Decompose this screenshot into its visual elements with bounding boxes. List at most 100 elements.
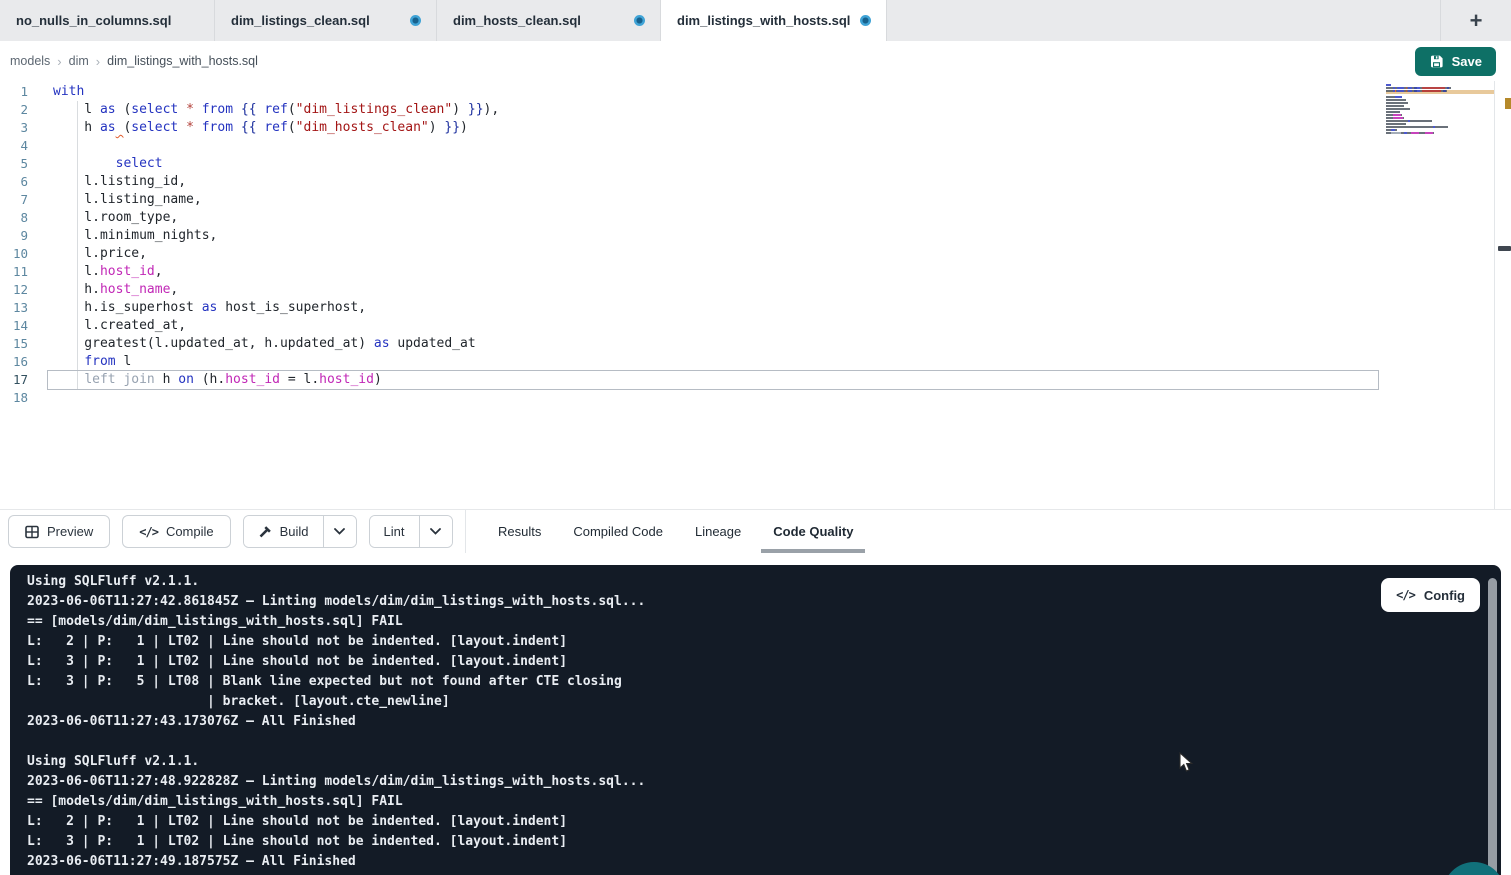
line-number[interactable]: 13 (0, 299, 28, 317)
tab-results[interactable]: Results (498, 510, 541, 553)
tab-no_nulls_in_columns.sql[interactable]: no_nulls_in_columns.sql (0, 0, 215, 41)
compile-button-label: Compile (166, 524, 214, 539)
tab-dim_listings_clean.sql[interactable]: dim_listings_clean.sql (215, 0, 437, 41)
breadcrumb-models[interactable]: models (10, 54, 50, 68)
code-line[interactable]: 11 l.host_id, (0, 263, 1494, 281)
editor-tabs: no_nulls_in_columns.sql dim_listings_clea… (0, 0, 887, 41)
code-line-text (28, 137, 53, 155)
line-number[interactable]: 6 (0, 173, 28, 191)
code-line-text: l as (select * from {{ ref("dim_listings… (28, 101, 499, 119)
line-number[interactable]: 5 (0, 155, 28, 173)
code-brackets-icon: </> (139, 525, 158, 539)
action-toolbar: Preview </> Compile Build (0, 509, 1511, 553)
lint-split-button: Lint (369, 515, 453, 548)
line-number[interactable]: 15 (0, 335, 28, 353)
line-number[interactable]: 12 (0, 281, 28, 299)
chevron-down-icon (334, 528, 345, 535)
tab-label: no_nulls_in_columns.sql (16, 13, 171, 28)
tab-label: dim_listings_clean.sql (231, 13, 370, 28)
code-line-text: l.minimum_nights, (28, 227, 217, 245)
lint-button[interactable]: Lint (370, 516, 419, 547)
build-split-button: Build (243, 515, 357, 548)
compile-button[interactable]: </> Compile (122, 515, 230, 548)
line-number[interactable]: 8 (0, 209, 28, 227)
code-line-text: l.room_type, (28, 209, 178, 227)
code-line[interactable]: 1with (0, 83, 1494, 101)
tab-dim_hosts_clean.sql[interactable]: dim_hosts_clean.sql (437, 0, 661, 41)
hammer-icon (258, 525, 272, 539)
lint-options-dropdown[interactable] (419, 516, 452, 547)
panel-tabs: Results Compiled Code Lineage Code Quality (498, 510, 853, 553)
breadcrumb-separator-icon: › (57, 54, 61, 69)
code-line[interactable]: 5 select (0, 155, 1494, 173)
unsaved-changes-icon[interactable] (860, 15, 871, 26)
code-line-text: l.listing_id, (28, 173, 186, 191)
tab-dim_listings_with_hosts.sql[interactable]: dim_listings_with_hosts.sql (661, 0, 887, 41)
tab-label: dim_listings_with_hosts.sql (677, 13, 850, 28)
build-button[interactable]: Build (244, 516, 323, 547)
code-line[interactable]: 16 from l (0, 353, 1494, 371)
preview-button-label: Preview (47, 524, 93, 539)
code-line[interactable]: 17 left join h on (h.host_id = l.host_id… (0, 371, 1494, 389)
tab-compiled-code[interactable]: Compiled Code (573, 510, 663, 553)
code-line-text: h as (select * from {{ ref("dim_hosts_cl… (28, 119, 468, 137)
code-line-text: with (28, 83, 84, 101)
chevron-down-icon (430, 528, 441, 535)
terminal-scrollbar[interactable] (1488, 578, 1497, 875)
unsaved-changes-icon[interactable] (634, 15, 645, 26)
config-button-label: Config (1424, 588, 1465, 603)
breadcrumb-current-file: dim_listings_with_hosts.sql (107, 54, 258, 68)
code-line[interactable]: 14 l.created_at, (0, 317, 1494, 335)
code-line[interactable]: 15 greatest(l.updated_at, h.updated_at) … (0, 335, 1494, 353)
code-line[interactable]: 8 l.room_type, (0, 209, 1494, 227)
file-header-bar: models › dim › dim_listings_with_hosts.s… (0, 41, 1511, 81)
scrollbar-annotations[interactable] (1494, 81, 1511, 509)
line-number[interactable]: 18 (0, 389, 28, 407)
code-line[interactable]: 18 (0, 389, 1494, 407)
line-number[interactable]: 9 (0, 227, 28, 245)
line-number[interactable]: 14 (0, 317, 28, 335)
code-line[interactable]: 2 l as (select * from {{ ref("dim_listin… (0, 101, 1494, 119)
line-number[interactable]: 4 (0, 137, 28, 155)
new-tab-button[interactable]: + (1440, 0, 1511, 41)
code-line[interactable]: 3 h as (select * from {{ ref("dim_hosts_… (0, 119, 1494, 137)
preview-button[interactable]: Preview (8, 515, 110, 548)
tab-label: dim_hosts_clean.sql (453, 13, 581, 28)
build-options-dropdown[interactable] (323, 516, 356, 547)
code-line-text (28, 389, 53, 407)
code-line[interactable]: 12 h.host_name, (0, 281, 1494, 299)
code-line[interactable]: 13 h.is_superhost as host_is_superhost, (0, 299, 1494, 317)
code-line[interactable]: 9 l.minimum_nights, (0, 227, 1494, 245)
line-number[interactable]: 1 (0, 83, 28, 101)
code-line-text: left join h on (h.host_id = l.host_id) (28, 371, 382, 389)
code-line[interactable]: 10 l.price, (0, 245, 1494, 263)
minimap[interactable] (1386, 84, 1462, 138)
build-button-label: Build (280, 524, 309, 539)
line-number[interactable]: 16 (0, 353, 28, 371)
line-number[interactable]: 10 (0, 245, 28, 263)
line-number[interactable]: 2 (0, 101, 28, 119)
code-line[interactable]: 6 l.listing_id, (0, 173, 1494, 191)
code-line-text: from l (28, 353, 131, 371)
config-button[interactable]: </> Config (1381, 578, 1480, 612)
tab-code-quality[interactable]: Code Quality (773, 510, 853, 553)
code-line[interactable]: 4 (0, 137, 1494, 155)
code-editor[interactable]: 1with2 l as (select * from {{ ref("dim_l… (0, 81, 1511, 509)
code-line-text: h.is_superhost as host_is_superhost, (28, 299, 366, 317)
breadcrumb: models › dim › dim_listings_with_hosts.s… (10, 54, 258, 69)
line-number[interactable]: 3 (0, 119, 28, 137)
code-line-text: l.listing_name, (28, 191, 202, 209)
tab-lineage[interactable]: Lineage (695, 510, 741, 553)
line-number[interactable]: 7 (0, 191, 28, 209)
breadcrumb-dim[interactable]: dim (69, 54, 89, 68)
code-line-text: l.created_at, (28, 317, 186, 335)
unsaved-changes-icon[interactable] (410, 15, 421, 26)
lint-warning-marker (1505, 98, 1511, 109)
code-line-text: l.host_id, (28, 263, 163, 281)
line-number[interactable]: 17 (0, 371, 28, 389)
code-line[interactable]: 7 l.listing_name, (0, 191, 1494, 209)
editor-actions: Preview </> Compile Build (8, 510, 453, 553)
save-button[interactable]: Save (1415, 47, 1496, 76)
table-grid-icon (25, 525, 39, 539)
line-number[interactable]: 11 (0, 263, 28, 281)
